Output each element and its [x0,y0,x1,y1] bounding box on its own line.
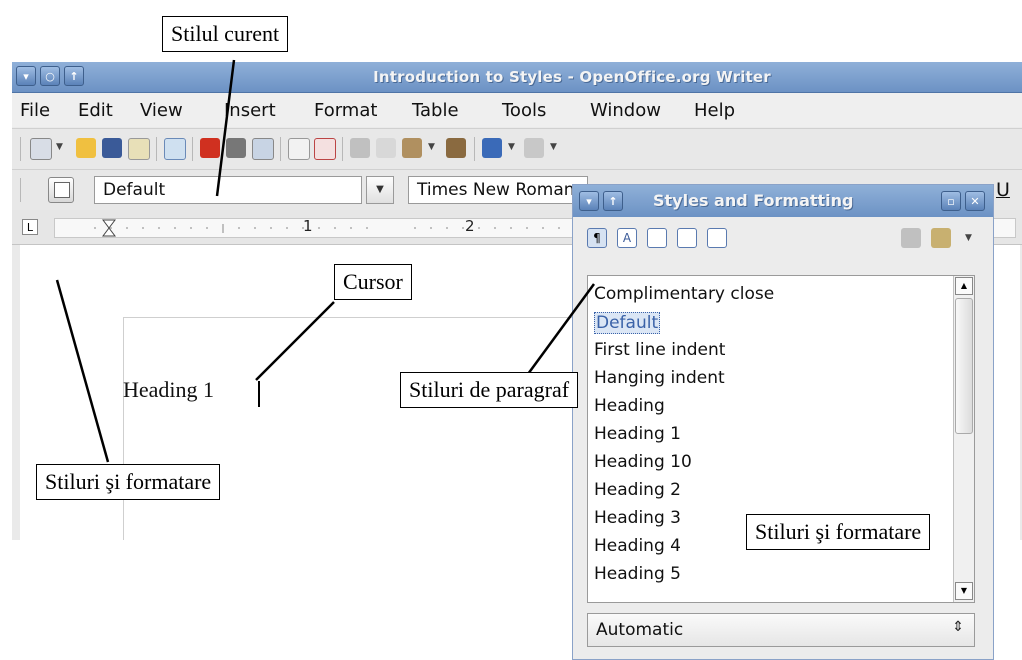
apply-style-combobox[interactable]: Default [94,176,362,204]
open-folder-icon[interactable] [76,138,96,158]
callout-cursor: Cursor [334,264,412,300]
chevron-down-icon[interactable]: ▼ [965,233,972,243]
copy-icon[interactable] [376,138,396,158]
menu-insert[interactable]: Insert [224,100,276,121]
new-document-icon[interactable] [30,138,52,160]
menu-tools[interactable]: Tools [502,100,546,121]
list-styles-icon[interactable] [707,228,727,248]
updown-arrows-icon: ⇕ [952,619,964,635]
text-boundary-top [123,317,583,318]
toolbar-separator [474,137,475,161]
scroll-thumb[interactable] [955,298,973,434]
chevron-down-icon[interactable]: ▼ [508,142,515,152]
title-bar: ▾ ○ ↑ Introduction to Styles - OpenOffic… [12,62,1022,93]
undo-icon[interactable] [482,138,502,158]
fill-format-mode-icon[interactable] [901,228,921,248]
format-paintbrush-icon[interactable] [446,138,466,158]
print-icon[interactable] [226,138,246,158]
list-item-selected[interactable]: Default [594,312,661,334]
underline-button[interactable]: U [996,179,1010,201]
callout-styles-formatting-left: Stiluri şi formatare [36,464,221,500]
edit-mode-icon[interactable] [164,138,186,160]
dialog-title: Styles and Formatting [653,191,854,210]
spellcheck-icon[interactable] [288,138,310,160]
list-item[interactable]: Complimentary close [594,284,774,304]
redo-icon[interactable] [524,138,544,158]
style-filter-value: Automatic [596,620,684,640]
list-item[interactable]: Heading 4 [594,536,681,556]
style-list[interactable]: Complimentary close Default First line i… [587,275,975,603]
list-item[interactable]: Hanging indent [594,368,725,388]
dialog-close-button[interactable]: ✕ [965,191,985,211]
apply-style-value: Default [103,180,166,200]
list-item[interactable]: First line indent [594,340,725,360]
text-boundary-left [123,317,124,540]
toolbar-separator [342,137,343,161]
list-item[interactable]: Heading 2 [594,480,681,500]
save-icon[interactable] [102,138,122,158]
menu-view[interactable]: View [140,100,183,121]
new-style-icon[interactable] [931,228,951,248]
dialog-raise-button[interactable]: ↑ [603,191,623,211]
email-icon[interactable] [128,138,150,160]
chevron-down-icon[interactable]: ▼ [56,142,63,152]
list-item[interactable]: Heading 1 [594,424,681,444]
toolbar-separator [192,137,193,161]
window-title: Introduction to Styles - OpenOffice.org … [373,68,771,86]
scroll-down-icon[interactable]: ▼ [955,582,973,600]
cut-icon[interactable] [350,138,370,158]
styles-formatting-icon [54,182,70,198]
list-item[interactable]: Heading 3 [594,508,681,528]
frame-styles-icon[interactable] [647,228,667,248]
page-preview-icon[interactable] [252,138,274,160]
menu-edit[interactable]: Edit [78,100,113,121]
page-styles-icon[interactable] [677,228,697,248]
menu-file[interactable]: File [20,100,50,121]
autospellcheck-icon[interactable] [314,138,336,160]
list-item[interactable]: Heading [594,396,665,416]
chevron-down-icon[interactable]: ▼ [428,142,435,152]
indent-marker[interactable] [102,219,116,237]
tab-stop-selector[interactable]: L [22,219,38,235]
paste-icon[interactable] [402,138,422,158]
callout-paragraph-styles: Stiluri de paragraf [400,372,579,408]
standard-toolbar: ▼ ▼ ▼ ▼ [12,128,1022,169]
callout-styles-formatting-right: Stiluri şi formatare [746,514,931,550]
styles-formatting-button[interactable] [48,177,74,203]
text-cursor [258,381,260,407]
export-pdf-icon[interactable] [200,138,220,158]
font-name-value: Times New Roman [417,180,575,200]
dialog-title-bar: ▾ ↑ Styles and Formatting ▫ ✕ [573,185,993,217]
dialog-menu-button[interactable]: ▾ [579,191,599,211]
style-list-scrollbar[interactable]: ▲ ▼ [953,276,974,602]
paragraph-styles-icon[interactable]: ¶ [587,228,607,248]
character-styles-icon[interactable]: A [617,228,637,248]
ruler-label-2: 2 [465,217,475,235]
menu-window[interactable]: Window [590,100,661,121]
toolbar-separator [280,137,281,161]
callout-current-style: Stilul curent [162,16,289,52]
menu-table[interactable]: Table [412,100,459,121]
styles-formatting-dialog: ▾ ↑ Styles and Formatting ▫ ✕ ¶ A ▼ Comp… [572,184,994,660]
menu-bar: File Edit View Insert Format Table Tools… [12,93,1022,127]
dialog-maximize-button[interactable]: ▫ [941,191,961,211]
ruler-label-1: 1 [303,217,313,235]
document-heading-text[interactable]: Heading 1 [123,377,214,403]
scroll-up-icon[interactable]: ▲ [955,277,973,295]
menu-help[interactable]: Help [694,100,735,121]
apply-style-dropdown-button[interactable]: ▼ [366,176,394,204]
toolbar-separator [156,137,157,161]
style-filter-select[interactable]: Automatic ⇕ [587,613,975,647]
toolbar-handle[interactable] [20,178,21,202]
menu-format[interactable]: Format [314,100,377,121]
toolbar-handle[interactable] [20,137,21,161]
font-name-combobox[interactable]: Times New Roman [408,176,588,204]
dialog-toolbar: ¶ A ▼ [573,218,993,258]
list-item[interactable]: Heading 10 [594,452,692,472]
list-item[interactable]: Heading 5 [594,564,681,584]
chevron-down-icon[interactable]: ▼ [550,142,557,152]
